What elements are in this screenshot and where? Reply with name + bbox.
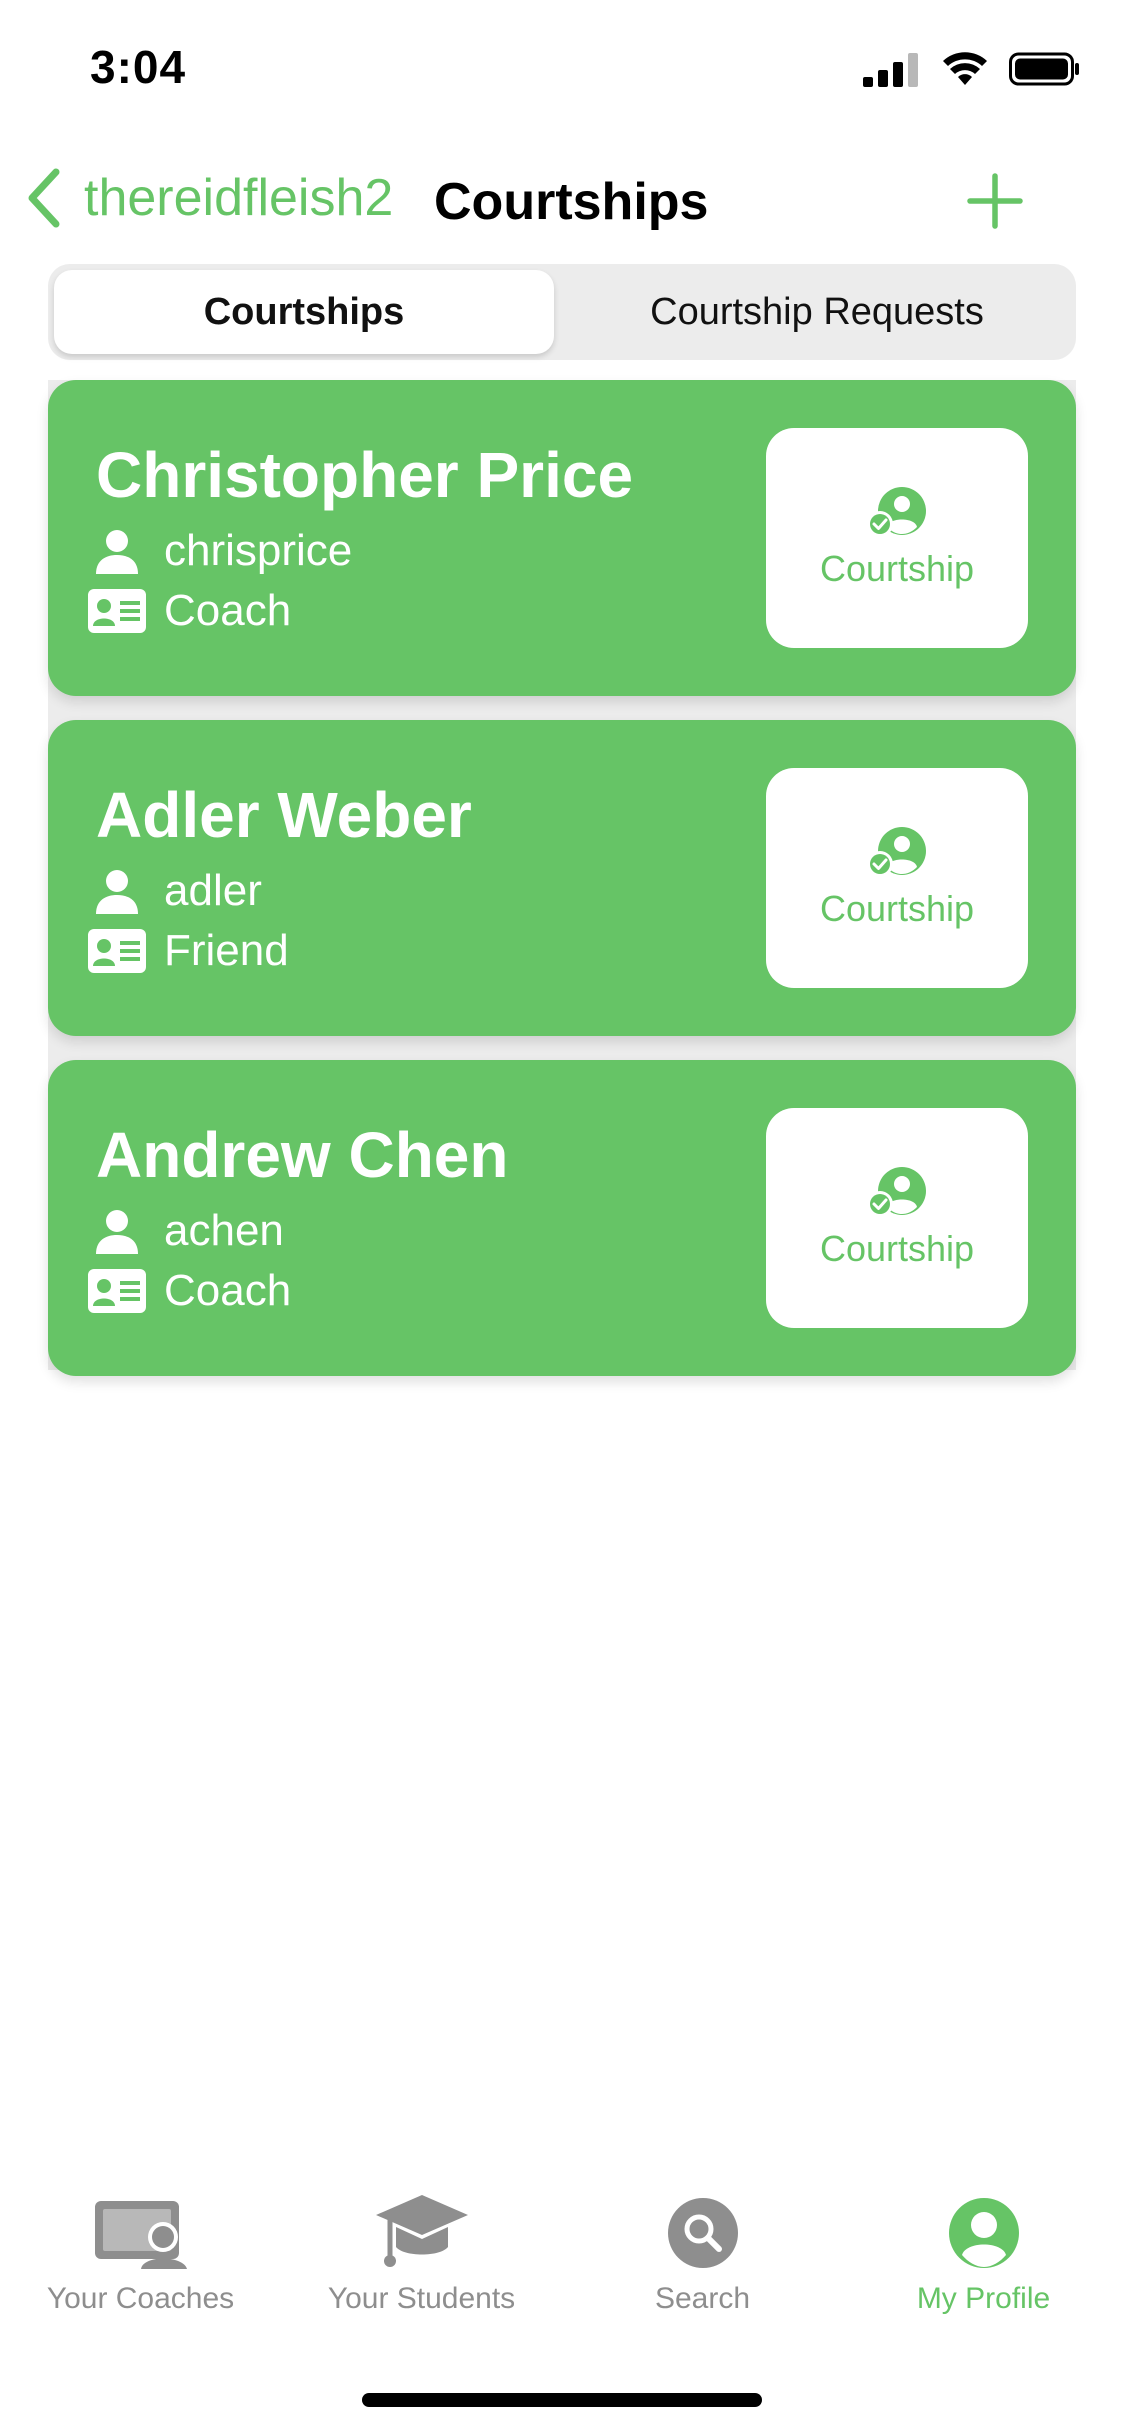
person-checkmark-icon (867, 487, 926, 537)
courtship-button-label: Courtship (819, 1228, 975, 1269)
back-button[interactable]: thereidfleish2 (24, 168, 393, 228)
person-checkmark-icon (867, 1167, 926, 1217)
courtship-button-label: Courtship (819, 888, 975, 929)
role-row: Friend (88, 926, 289, 976)
battery-icon (1009, 52, 1079, 86)
username-row: adler (88, 866, 262, 916)
card-name: Christopher Price (96, 439, 634, 511)
navigation-bar: thereidfleish2 Courtships (0, 150, 1125, 250)
role-text: Coach (164, 586, 292, 635)
courtship-card[interactable]: Adler Weber adler Friend Courtship (48, 720, 1076, 1036)
tab-label: Your Coaches (46, 2282, 235, 2315)
tab-search[interactable]: Search (562, 2190, 843, 2330)
role-text: Friend (164, 926, 289, 975)
card-name: Andrew Chen (96, 1119, 509, 1191)
role-row: Coach (88, 586, 291, 636)
username-row: chrisprice (88, 526, 352, 576)
person-icon (88, 868, 146, 914)
username-text: achen (164, 1206, 284, 1255)
courtship-card[interactable]: Andrew Chen achen Coach Courtship (48, 1060, 1076, 1376)
segmented-control: Courtships Courtship Requests (48, 264, 1076, 360)
courtship-button[interactable]: Courtship (766, 428, 1028, 648)
card-name: Adler Weber (96, 779, 472, 851)
person-icon (88, 1208, 146, 1254)
back-label: thereidfleish2 (84, 169, 394, 227)
status-time: 3:04 (90, 41, 187, 93)
tab-label: My Profile (916, 2282, 1051, 2315)
person-checkmark-icon (867, 827, 926, 877)
courtship-button[interactable]: Courtship (766, 768, 1028, 988)
id-card-icon (88, 928, 146, 974)
username-text: adler (164, 866, 262, 915)
tab-label: Search (654, 2282, 751, 2315)
id-card-icon (88, 1268, 146, 1314)
person-icon (88, 528, 146, 574)
role-text: Coach (164, 1266, 292, 1315)
status-bar: 3:04 (0, 0, 1125, 140)
coaches-icon (94, 2201, 187, 2269)
wifi-icon (943, 52, 987, 85)
courtship-button[interactable]: Courtship (766, 1108, 1028, 1328)
segment-courtship-requests[interactable]: Courtship Requests (564, 270, 1070, 354)
cellular-signal-icon (863, 53, 918, 87)
courtship-card[interactable]: Christopher Price chrisprice Coach Court… (48, 380, 1076, 696)
graduation-cap-icon (375, 2195, 468, 2267)
search-icon (667, 2198, 738, 2268)
add-icon[interactable] (966, 172, 1024, 230)
username-text: chrisprice (164, 526, 353, 575)
tab-my-profile[interactable]: My Profile (843, 2190, 1124, 2330)
chevron-left-icon (28, 168, 60, 228)
id-card-icon (88, 588, 146, 634)
role-row: Coach (88, 1266, 291, 1316)
tab-your-coaches[interactable]: Your Coaches (0, 2190, 281, 2330)
page-title: Courtships (434, 173, 709, 231)
username-row: achen (88, 1206, 284, 1256)
courtship-button-label: Courtship (819, 548, 975, 589)
tab-your-students[interactable]: Your Students (281, 2190, 562, 2330)
tab-label: Your Students (327, 2282, 516, 2315)
segment-courtships[interactable]: Courtships (54, 270, 554, 354)
status-icons (863, 48, 1081, 90)
home-indicator[interactable] (362, 2393, 762, 2407)
tab-bar: Your Coaches Your Students Search My Pro… (0, 2190, 1125, 2330)
profile-icon (948, 2198, 1019, 2268)
